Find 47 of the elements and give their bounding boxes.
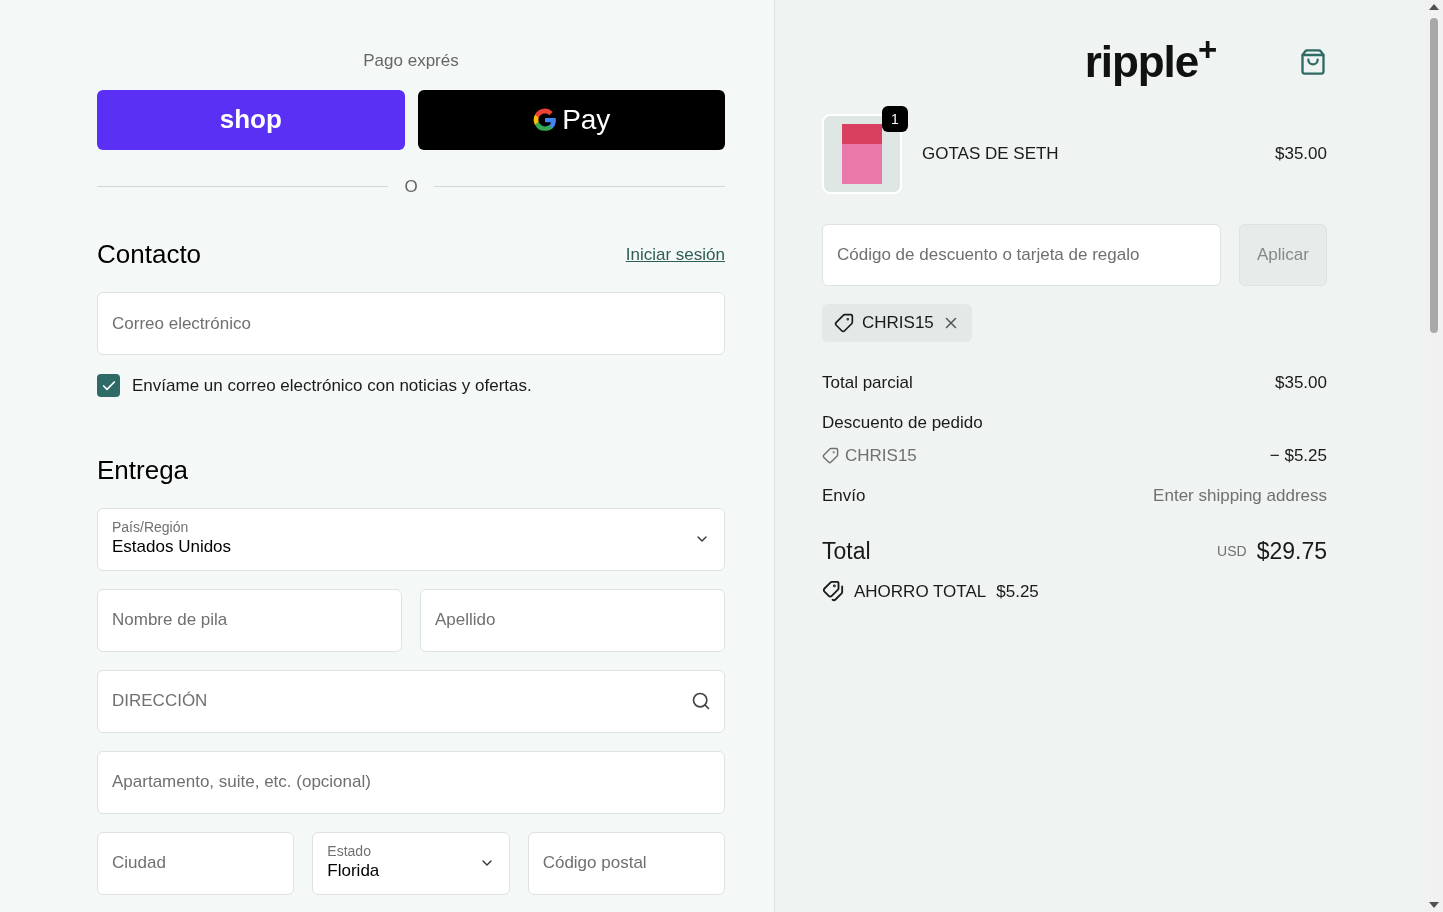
express-checkout-heading: Pago exprés [363, 50, 459, 72]
select-field[interactable]: Estado Florida [312, 831, 510, 895]
total-value: $29.75 [1256, 537, 1327, 566]
address-field[interactable]: DIRECCIÓN [97, 669, 725, 733]
field-label: País/Región [112, 519, 190, 535]
product-price: $35.00 [1275, 143, 1327, 166]
input-field[interactable]: Código postal [527, 831, 725, 895]
login-link[interactable]: Iniciar sesión [625, 241, 725, 268]
discount-code: CHRIS15 [845, 445, 917, 467]
currency-code: USD [1217, 541, 1247, 561]
section-title: Entrega [97, 453, 190, 487]
tag-icon [834, 313, 854, 333]
field-value: Florida [327, 860, 380, 882]
quantity-badge: 1 [882, 106, 908, 132]
email-field[interactable]: Correo electrónico [97, 292, 725, 355]
select-field[interactable]: País/Región Estados Unidos [97, 507, 725, 571]
scrollbar[interactable] [1425, 0, 1443, 912]
discount-code-tag: CHRIS15 [822, 304, 972, 342]
or-divider-text: O [404, 175, 418, 198]
section-title: Contacto [97, 238, 202, 271]
ripple-logo: ripple$^{+}$ [1083, 40, 1217, 84]
input-field[interactable]: Apartamento, suite, etc. (opcional) [97, 750, 725, 814]
product-name: GOTAS DE SETH [922, 143, 1060, 166]
shipping-value: Enter shipping address [1153, 484, 1327, 507]
shop-pay-button[interactable]: shop [97, 89, 405, 150]
savings-label: AHORRO TOTAL [854, 580, 987, 603]
input-field[interactable]: Ciudad [97, 831, 295, 895]
tag-icon [822, 447, 839, 465]
subtotal-label: Total parcial [822, 372, 913, 394]
input-field[interactable]: Apellido [420, 588, 725, 652]
google-logo-icon [532, 106, 559, 133]
discount-value: − $5.25 [1269, 445, 1327, 467]
shipping-label: Envío [822, 484, 866, 507]
discount-label: Descuento de pedido [822, 411, 984, 434]
field-label: Estado [327, 843, 372, 859]
newsletter-checkbox[interactable] [97, 374, 120, 398]
savings-value: $5.25 [996, 580, 1039, 603]
total-label: Total [822, 537, 871, 566]
discount-code-field[interactable]: Código de descuento o tarjeta de regalo [822, 224, 1221, 286]
tags-icon [822, 580, 844, 603]
search-icon [691, 690, 711, 711]
input-field[interactable]: Nombre de pila [97, 588, 402, 652]
newsletter-label: Envíame un correo electrónico con noticias y ofertas. [132, 375, 532, 397]
shopping-bag-icon[interactable] [1299, 48, 1327, 76]
google-pay-button[interactable]: Pay [417, 89, 725, 150]
field-value: Estados Unidos [112, 536, 232, 558]
subtotal-value: $35.00 [1275, 372, 1327, 394]
